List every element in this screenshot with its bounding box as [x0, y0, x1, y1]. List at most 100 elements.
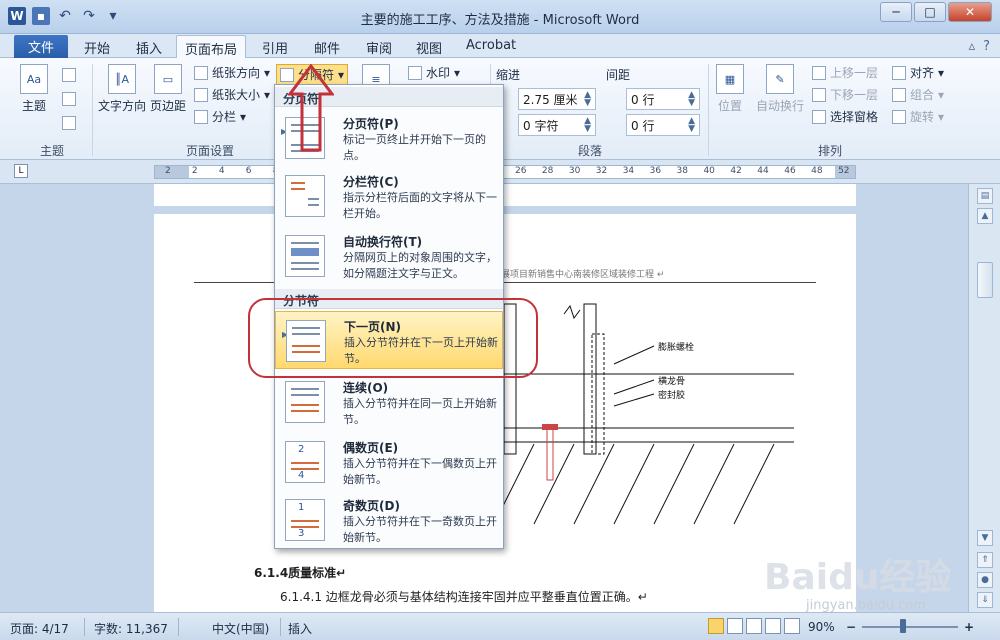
- document-page[interactable]: 住宅发展项目新销售中心南装修区域装修工程 ↵ 膨胀螺栓 横龙骨 密封胶 6.1.…: [154, 214, 856, 612]
- vertical-scrollbar[interactable]: ▤ ▲ ▼ ⇑ ● ⇓: [968, 184, 1000, 612]
- section-heading: 6.1.4质量标准↵: [254, 566, 347, 580]
- tab-view[interactable]: 视图: [416, 38, 442, 57]
- ruler-number: 28: [541, 166, 554, 176]
- ruler-number: 32: [595, 166, 608, 176]
- column-break-icon: [285, 175, 325, 217]
- tab-insert[interactable]: 插入: [136, 38, 162, 57]
- print-layout-icon[interactable]: [708, 618, 724, 634]
- previous-page-bottom: [154, 184, 856, 206]
- spacing-after-input[interactable]: 0 行 ▲ ▼: [626, 114, 700, 136]
- selection-pane-button[interactable]: 选择窗格: [812, 108, 878, 125]
- ruler-toggle-icon[interactable]: ▤: [977, 188, 993, 204]
- menu-item-odd-page[interactable]: 1 3 奇数页(D) 插入分节符并在下一奇数页上开始新节。: [275, 491, 503, 549]
- tab-acrobat[interactable]: Acrobat: [466, 38, 516, 53]
- even-page-section-icon: 2 4: [285, 441, 325, 483]
- word-count[interactable]: 字数: 11,367: [94, 620, 168, 637]
- label-sealant: 密封胶: [658, 389, 685, 401]
- ruler-number: 42: [730, 166, 742, 176]
- indent-left-input[interactable]: 2.75 厘米 ▲ ▼: [518, 88, 596, 110]
- send-backward-button[interactable]: 下移一层: [812, 86, 878, 103]
- tab-page-layout[interactable]: 页面布局: [176, 35, 247, 59]
- orientation-button[interactable]: 纸张方向 ▾: [194, 64, 270, 81]
- language[interactable]: 中文(中国): [212, 620, 269, 637]
- spinner-arrows-icon[interactable]: ▲ ▼: [688, 91, 695, 108]
- window-controls: ─ □ ✕: [880, 2, 992, 22]
- label-expansion-bolt: 膨胀螺栓: [658, 341, 694, 353]
- ruler-number: 36: [649, 166, 662, 176]
- columns-button[interactable]: 分栏 ▾: [194, 108, 246, 125]
- theme-effects-icon[interactable]: [62, 116, 76, 130]
- margins-button[interactable]: ▭ 页边距: [150, 64, 186, 114]
- previous-page-icon[interactable]: ⇑: [977, 552, 993, 568]
- close-button[interactable]: ✕: [948, 2, 992, 22]
- minimize-button[interactable]: ─: [880, 2, 912, 22]
- ruler-number: 26: [515, 166, 527, 176]
- insert-mode[interactable]: 插入: [288, 620, 312, 637]
- menu-item-even-page[interactable]: 2 4 偶数页(E) 插入分节符并在下一偶数页上开始新节。: [275, 433, 503, 491]
- text-direction-button[interactable]: ║A 文字方向: [98, 64, 146, 114]
- size-button[interactable]: 纸张大小 ▾: [194, 86, 270, 103]
- full-screen-reading-icon[interactable]: [727, 618, 743, 634]
- ruler-number: 48: [811, 166, 823, 176]
- scroll-down-icon[interactable]: ▼: [977, 530, 993, 546]
- menu-item-text-wrapping-break[interactable]: 自动换行符(T) 分隔网页上的对象周围的文字，如分隔题注文字与正文。: [275, 227, 503, 285]
- ruler-number: 34: [622, 166, 635, 176]
- ruler-number: 38: [676, 166, 688, 176]
- zoom-slider[interactable]: [862, 626, 958, 628]
- menu-item-column-break[interactable]: 分栏符(C) 指示分栏符后面的文字将从下一栏开始。: [275, 167, 503, 225]
- ruler-number: 46: [784, 166, 796, 176]
- view-buttons: [708, 618, 800, 634]
- tab-home[interactable]: 开始: [84, 38, 110, 57]
- align-icon: [892, 65, 906, 80]
- page-count[interactable]: 页面: 4/17: [10, 620, 69, 637]
- themes-button[interactable]: Aa 主题: [20, 64, 48, 114]
- spacing-before-input[interactable]: 0 行 ▲ ▼: [626, 88, 700, 110]
- zoom-slider-thumb[interactable]: [900, 619, 906, 633]
- ruler-number: 6: [245, 166, 252, 176]
- minimize-ribbon-icon[interactable]: ▵: [969, 39, 976, 54]
- spacing-label: 间距: [606, 68, 631, 82]
- spinner-arrows-icon[interactable]: ▲ ▼: [584, 117, 591, 134]
- bring-forward-icon: [812, 65, 826, 80]
- tab-mailings[interactable]: 邮件: [314, 38, 340, 57]
- ruler-number: 4: [218, 166, 225, 176]
- send-backward-icon: [812, 87, 826, 102]
- group-icon: [892, 87, 906, 102]
- align-button[interactable]: 对齐 ▾: [892, 64, 944, 81]
- menu-item-continuous[interactable]: 连续(O) 插入分节符并在同一页上开始新节。: [275, 373, 503, 431]
- zoom-level[interactable]: 90%: [808, 620, 835, 634]
- help-icon[interactable]: ?: [983, 39, 990, 54]
- spinner-arrows-icon[interactable]: ▲ ▼: [688, 117, 695, 134]
- ribbon-right-icons: ▵ ?: [969, 39, 990, 54]
- rotate-button[interactable]: 旋转 ▾: [892, 108, 944, 125]
- watermark-button[interactable]: 水印 ▾: [408, 64, 460, 81]
- bring-forward-button[interactable]: 上移一层: [812, 64, 878, 81]
- tab-references[interactable]: 引用: [262, 38, 288, 57]
- watermark-icon: [408, 65, 422, 80]
- tab-file[interactable]: 文件: [14, 35, 68, 58]
- ruler-strip[interactable]: 2246810121416182022242628303234363840424…: [154, 165, 856, 179]
- columns-icon: [194, 109, 208, 124]
- spinner-arrows-icon[interactable]: ▲ ▼: [584, 91, 591, 108]
- tab-review[interactable]: 审阅: [366, 38, 392, 57]
- scroll-thumb[interactable]: [977, 262, 993, 298]
- ruler-number: 2: [191, 166, 198, 176]
- indent-right-input[interactable]: 0 字符 ▲ ▼: [518, 114, 596, 136]
- web-layout-icon[interactable]: [746, 618, 762, 634]
- theme-fonts-icon[interactable]: [62, 92, 76, 106]
- draft-icon[interactable]: [784, 618, 800, 634]
- zoom-out-icon[interactable]: −: [846, 620, 856, 634]
- next-page-icon[interactable]: ⇓: [977, 592, 993, 608]
- browse-object-icon[interactable]: ●: [977, 572, 993, 588]
- group-button[interactable]: 组合 ▾: [892, 86, 944, 103]
- position-button[interactable]: ▦ 位置: [716, 64, 744, 114]
- zoom-in-icon[interactable]: +: [964, 620, 974, 634]
- group-separator: [92, 64, 93, 156]
- scroll-up-icon[interactable]: ▲: [977, 208, 993, 224]
- wrap-text-button[interactable]: ✎ 自动换行: [756, 64, 804, 114]
- outline-icon[interactable]: [765, 618, 781, 634]
- theme-colors-icon[interactable]: [62, 68, 76, 82]
- tab-selector-icon[interactable]: L: [14, 164, 28, 178]
- annotation-highlight-box: [248, 298, 538, 378]
- maximize-button[interactable]: □: [914, 2, 946, 22]
